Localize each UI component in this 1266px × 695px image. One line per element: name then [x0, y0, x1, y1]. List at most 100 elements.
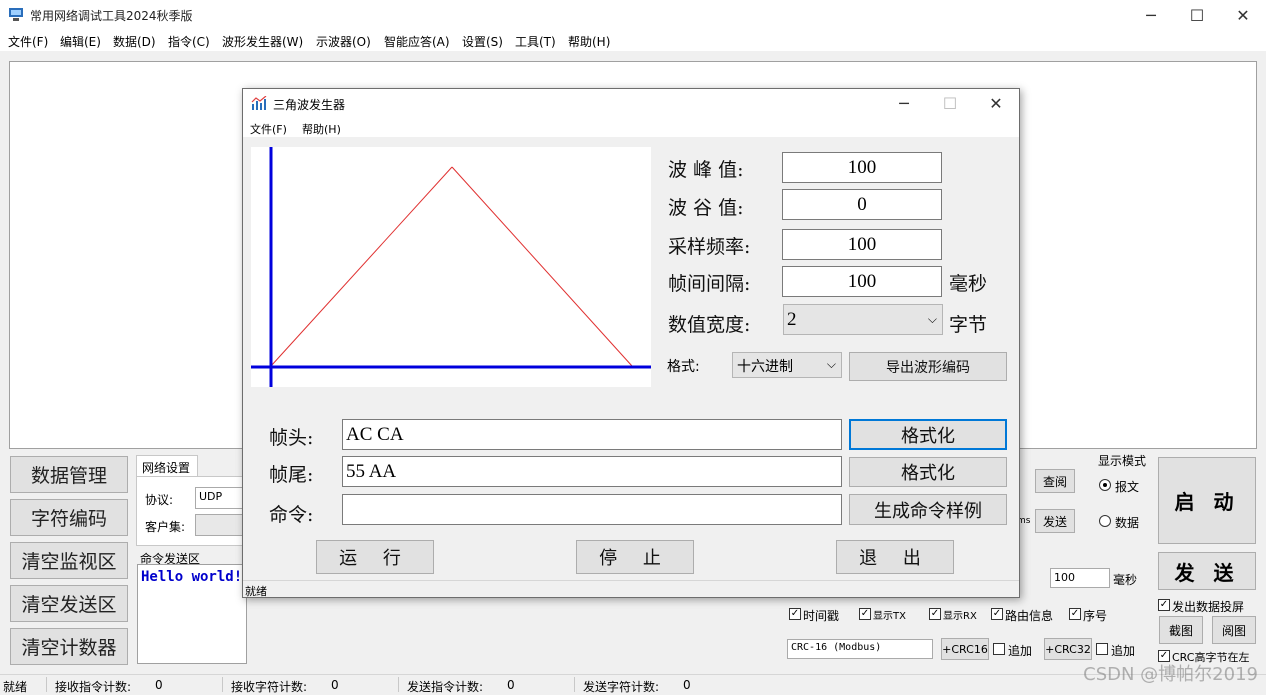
menu-tools[interactable]: 工具(T) [515, 33, 556, 50]
mode-message-label: 报文 [1115, 480, 1140, 494]
protocol-label: 协议: [145, 493, 174, 507]
tx-cmd-value: 0 [507, 678, 515, 692]
crc16-button[interactable]: +CRC16 [941, 638, 989, 660]
show-tx-checkbox[interactable]: ✓ [859, 608, 871, 620]
close-button[interactable]: ✕ [1220, 0, 1266, 31]
crc-select[interactable]: CRC-16 (Modbus) [787, 639, 933, 659]
value-width-unit: 字节 [949, 314, 988, 336]
clear-send-button[interactable]: 清空发送区 [10, 585, 128, 622]
network-settings-panel: 协议: UDP 客户集: [136, 476, 255, 546]
frame-head-input[interactable]: AC CA [342, 419, 842, 450]
status-bar: 就绪 接收指令计数: 0 接收字符计数: 0 发送指令计数: 0 发送字符计数:… [0, 674, 1266, 694]
tab-network-settings[interactable]: 网络设置 [136, 455, 198, 477]
append2-label: 追加 [1111, 644, 1136, 658]
menu-oscilloscope[interactable]: 示波器(O) [316, 33, 371, 50]
dialog-menu-help[interactable]: 帮助(H) [302, 121, 341, 137]
tx-cmd-label: 发送指令计数: [407, 680, 484, 694]
stop-button[interactable]: 停 止 [576, 540, 694, 574]
close-icon: ✕ [1236, 6, 1250, 25]
cmd-send-textarea[interactable]: Hello world! [137, 564, 247, 664]
start-button[interactable]: 启 动 [1158, 457, 1256, 544]
query-button[interactable]: 查阅 [1035, 469, 1075, 493]
send-button[interactable]: 发 送 [1158, 552, 1256, 590]
mode-data-label: 数据 [1115, 516, 1140, 530]
tx-char-value: 0 [683, 678, 691, 692]
clear-monitor-button[interactable]: 清空监视区 [10, 542, 128, 579]
valley-input[interactable]: 0 [782, 189, 942, 220]
status-ready: 就绪 [3, 680, 28, 694]
chevron-down-icon: ⌵ [927, 312, 937, 326]
interval-input[interactable]: 100 [1050, 568, 1110, 588]
screen-cast-label: 发出数据投屏 [1172, 600, 1245, 614]
show-rx-checkbox[interactable]: ✓ [929, 608, 941, 620]
dialog-menu-bar: 文件(F) 帮助(H) [243, 118, 1019, 137]
value-width-label: 数值宽度: [668, 314, 751, 336]
command-label: 命令: [269, 504, 314, 526]
format-select[interactable]: 十六进制 ⌵ [732, 352, 842, 378]
minimize-button[interactable]: ─ [1128, 0, 1174, 31]
char-encoding-button[interactable]: 字符编码 [10, 499, 128, 536]
send-small-button[interactable]: 发送 [1035, 509, 1075, 533]
menu-edit[interactable]: 编辑(E) [60, 33, 101, 50]
screenshot-button[interactable]: 截图 [1159, 616, 1203, 644]
clear-counter-button[interactable]: 清空计数器 [10, 628, 128, 665]
format-head-button[interactable]: 格式化 [849, 419, 1007, 450]
show-rx-label: 显示RX [943, 611, 977, 622]
exit-button[interactable]: 退 出 [836, 540, 954, 574]
chevron-down-icon: ⌵ [826, 357, 836, 371]
close-icon: ✕ [989, 94, 1003, 113]
timestamp-checkbox[interactable]: ✓ [789, 608, 801, 620]
dialog-menu-file[interactable]: 文件(F) [250, 121, 287, 137]
waveform-falling-edge [451, 166, 633, 367]
menu-settings[interactable]: 设置(S) [462, 33, 503, 50]
view-image-button[interactable]: 阅图 [1212, 616, 1256, 644]
frame-tail-label: 帧尾: [269, 464, 314, 486]
maximize-button[interactable]: ☐ [1174, 0, 1220, 31]
screen-cast-checkbox[interactable]: ✓ [1158, 599, 1170, 611]
crc32-button[interactable]: +CRC32 [1044, 638, 1092, 660]
route-info-checkbox[interactable]: ✓ [991, 608, 1003, 620]
seq-label: 序号 [1083, 609, 1108, 623]
run-button[interactable]: 运 行 [316, 540, 434, 574]
timestamp-label: 时间戳 [803, 609, 840, 623]
rx-cmd-label: 接收指令计数: [55, 680, 132, 694]
menu-file[interactable]: 文件(F) [8, 33, 48, 50]
dialog-minimize-button[interactable]: ─ [881, 89, 927, 118]
dialog-close-button[interactable]: ✕ [973, 89, 1019, 118]
value-width-value: 2 [787, 308, 797, 330]
minimize-icon: ─ [1146, 6, 1156, 25]
data-manage-button[interactable]: 数据管理 [10, 456, 128, 493]
append2-checkbox[interactable] [1096, 643, 1108, 655]
gen-cmd-sample-button[interactable]: 生成命令样例 [849, 494, 1007, 525]
seq-checkbox[interactable]: ✓ [1069, 608, 1081, 620]
sample-rate-label: 采样频率: [668, 236, 751, 258]
menu-smart-reply[interactable]: 智能应答(A) [384, 33, 450, 50]
format-label: 格式: [667, 359, 700, 375]
value-width-select[interactable]: 2 ⌵ [783, 304, 943, 335]
menu-command[interactable]: 指令(C) [168, 33, 210, 50]
dialog-maximize-button: ☐ [927, 89, 973, 118]
waveform-rising-edge [270, 166, 453, 367]
cmd-send-text: Hello world! [141, 569, 243, 585]
append1-checkbox[interactable] [993, 643, 1005, 655]
frame-interval-label: 帧间间隔: [668, 273, 751, 295]
mode-message-radio[interactable] [1099, 479, 1111, 491]
mode-data-radio[interactable] [1099, 515, 1111, 527]
menu-waveform[interactable]: 波形发生器(W) [222, 33, 303, 50]
peak-input[interactable]: 100 [782, 152, 942, 183]
sample-rate-input[interactable]: 100 [782, 229, 942, 260]
menu-data[interactable]: 数据(D) [113, 33, 156, 50]
frame-interval-input[interactable]: 100 [782, 266, 942, 297]
frame-head-label: 帧头: [269, 427, 314, 449]
interval-unit: 毫秒 [1113, 573, 1138, 587]
frame-interval-unit: 毫秒 [949, 273, 988, 295]
window-title: 常用网络调试工具2024秋季版 [30, 9, 193, 23]
export-wave-code-button[interactable]: 导出波形编码 [849, 352, 1007, 381]
format-tail-button[interactable]: 格式化 [849, 457, 1007, 487]
maximize-icon: ☐ [942, 94, 958, 113]
command-input[interactable] [342, 494, 842, 525]
watermark: CSDN @博帕尔2019 [1083, 664, 1258, 685]
frame-tail-input[interactable]: 55 AA [342, 456, 842, 487]
route-info-label: 路由信息 [1005, 609, 1054, 623]
menu-help[interactable]: 帮助(H) [568, 33, 610, 50]
